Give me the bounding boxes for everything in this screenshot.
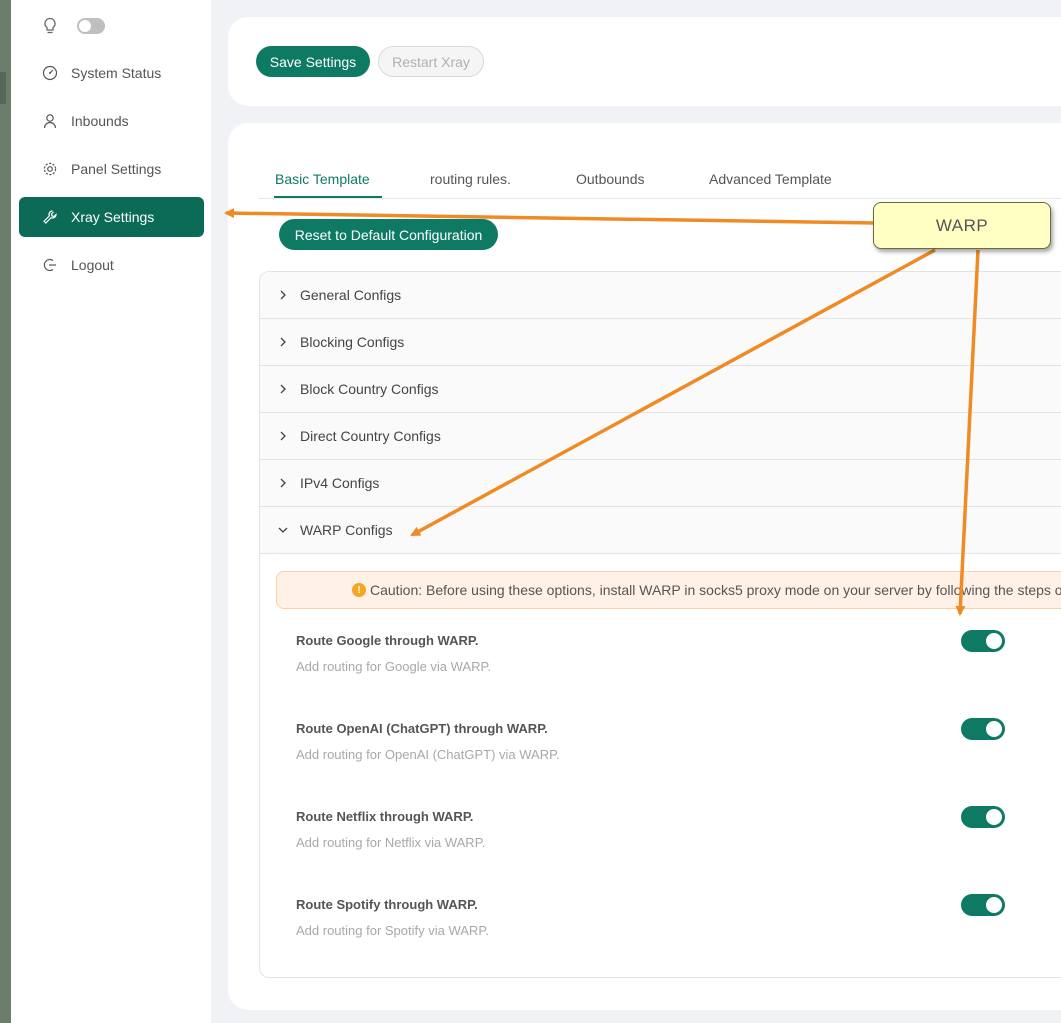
sidebar-item-label: Panel Settings: [71, 161, 162, 177]
panel-label: Block Country Configs: [300, 381, 439, 397]
tool-icon: [42, 209, 58, 225]
panel-blocking-configs[interactable]: Blocking Configs: [260, 319, 1061, 366]
window-edge: [0, 0, 11, 1023]
panel-label: WARP Configs: [300, 522, 393, 538]
dashboard-icon: [42, 65, 58, 81]
setting-title-spotify: Route Spotify through WARP.: [296, 897, 478, 912]
setting-desc-google: Add routing for Google via WARP.: [296, 659, 492, 674]
setting-desc-netflix: Add routing for Netflix via WARP.: [296, 835, 486, 850]
setting-desc-openai: Add routing for OpenAI (ChatGPT) via WAR…: [296, 747, 560, 762]
theme-row: [43, 16, 105, 36]
tab-outbounds[interactable]: Outbounds: [576, 171, 645, 187]
sidebar-item-label: Inbounds: [71, 113, 129, 129]
sidebar-item-label: Xray Settings: [71, 209, 155, 225]
netflix-warp-toggle[interactable]: [961, 806, 1005, 828]
setting-title-netflix: Route Netflix through WARP.: [296, 809, 474, 824]
warning-icon: !: [352, 583, 366, 597]
panel-direct-country-configs[interactable]: Direct Country Configs: [260, 413, 1061, 460]
save-settings-button[interactable]: Save Settings: [256, 46, 370, 77]
panel-label: Direct Country Configs: [300, 428, 441, 444]
tab-routing-rules[interactable]: routing rules.: [430, 171, 511, 187]
chevron-right-icon: [278, 337, 288, 347]
chevron-down-icon: [278, 525, 288, 535]
active-tab-indicator: [274, 196, 382, 198]
sidebar-item-inbounds[interactable]: Inbounds: [19, 101, 204, 141]
switch-knob: [986, 897, 1002, 913]
panel-general-configs[interactable]: General Configs: [260, 272, 1061, 319]
setting-desc-spotify: Add routing for Spotify via WARP.: [296, 923, 489, 938]
tab-bar: Basic Template routing rules. Outbounds …: [258, 163, 1061, 199]
window-edge-tab: [0, 72, 6, 104]
sidebar-item-xray-settings[interactable]: Xray Settings: [19, 197, 204, 237]
restart-xray-button[interactable]: Restart Xray: [378, 46, 484, 77]
chevron-right-icon: [278, 290, 288, 300]
panel-label: IPv4 Configs: [300, 475, 380, 491]
setting-title-google: Route Google through WARP.: [296, 633, 479, 648]
sidebar: System Status Inbounds Panel Settings Xr…: [11, 0, 211, 1023]
config-collapse: General Configs Blocking Configs Block C…: [259, 271, 1061, 978]
switch-knob: [986, 809, 1002, 825]
reset-default-button[interactable]: Reset to Default Configuration: [279, 219, 498, 250]
panel-block-country-configs[interactable]: Block Country Configs: [260, 366, 1061, 413]
tab-advanced-template[interactable]: Advanced Template: [709, 171, 832, 187]
spotify-warp-toggle[interactable]: [961, 894, 1005, 916]
caution-text: Caution: Before using these options, ins…: [370, 582, 1061, 598]
sidebar-item-panel-settings[interactable]: Panel Settings: [19, 149, 204, 189]
dark-mode-toggle[interactable]: [77, 18, 105, 34]
chevron-right-icon: [278, 478, 288, 488]
sidebar-item-system-status[interactable]: System Status: [19, 53, 204, 93]
openai-warp-toggle[interactable]: [961, 718, 1005, 740]
user-icon: [42, 113, 58, 129]
panel-warp-configs[interactable]: WARP Configs: [260, 507, 1061, 554]
toolbar-card: Save Settings Restart Xray: [228, 17, 1061, 106]
switch-knob: [986, 633, 1002, 649]
warp-annotation-callout: WARP: [873, 202, 1051, 249]
logout-icon: [42, 257, 58, 273]
panel-ipv4-configs[interactable]: IPv4 Configs: [260, 460, 1061, 507]
warp-caution-alert: ! Caution: Before using these options, i…: [276, 571, 1061, 609]
sidebar-item-label: System Status: [71, 65, 162, 81]
chevron-right-icon: [278, 431, 288, 441]
sidebar-item-label: Logout: [71, 257, 114, 273]
panel-label: Blocking Configs: [300, 334, 405, 350]
sidebar-item-logout[interactable]: Logout: [19, 245, 204, 285]
gear-icon: [42, 161, 58, 177]
settings-card: Basic Template routing rules. Outbounds …: [228, 123, 1061, 1010]
google-warp-toggle[interactable]: [961, 630, 1005, 652]
bulb-icon: [43, 17, 57, 35]
setting-title-openai: Route OpenAI (ChatGPT) through WARP.: [296, 721, 548, 736]
tab-basic-template[interactable]: Basic Template: [275, 171, 370, 187]
panel-label: General Configs: [300, 287, 402, 303]
switch-knob: [986, 721, 1002, 737]
chevron-right-icon: [278, 384, 288, 394]
